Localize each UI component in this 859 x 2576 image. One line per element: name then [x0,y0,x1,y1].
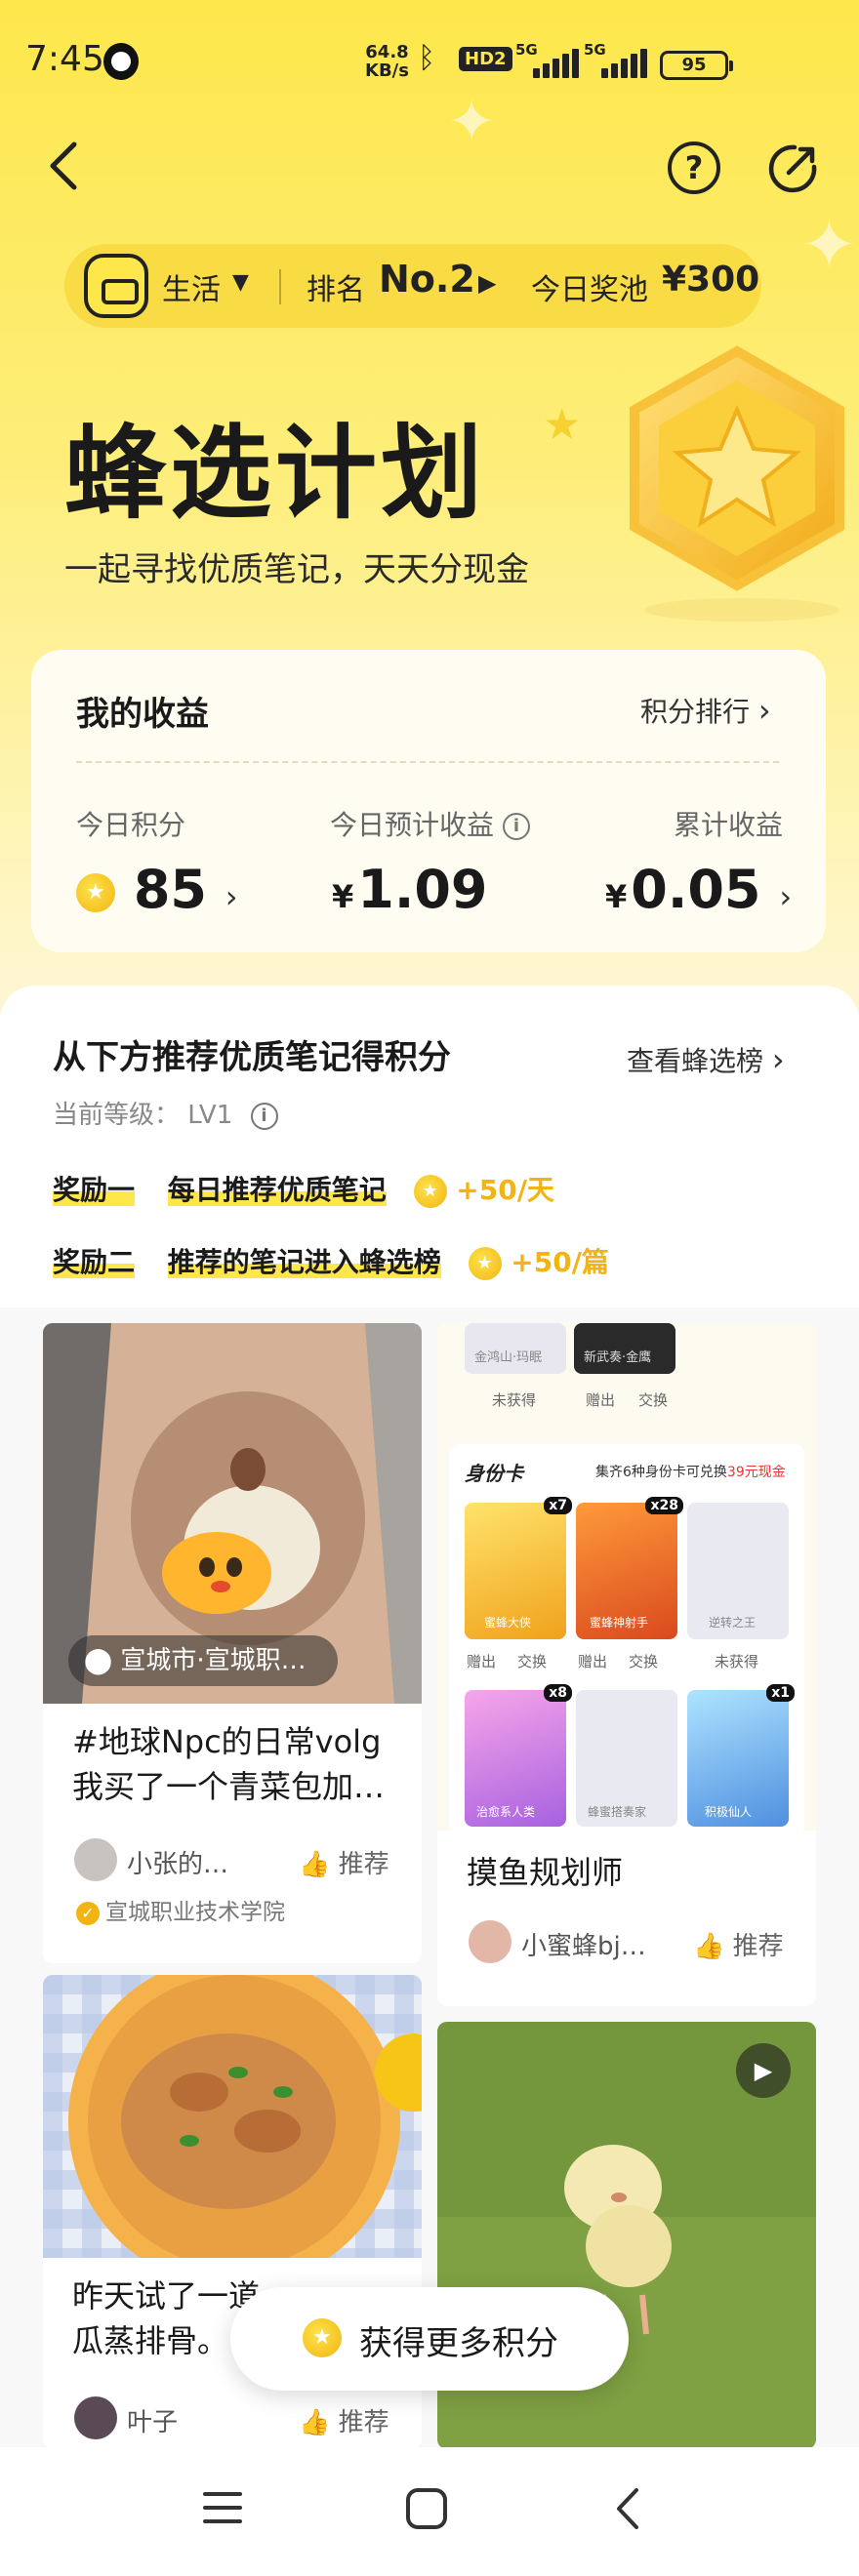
divider [76,761,779,763]
coin-icon [76,873,115,913]
avatar[interactable] [74,2396,117,2439]
like-button[interactable]: 👍 推荐 [299,2402,389,2438]
author-name[interactable]: 小蜜蜂bj… [521,1926,646,1962]
chevron-right-icon[interactable]: › [758,692,771,729]
sparkle-icon: ✦ [800,205,858,285]
id-card-promo: 集齐6种身份卡可兑换39元现金 [595,1465,786,1480]
rank-label: 排名 [307,273,365,307]
id-card-item: x8 治愈系人类 [465,1684,572,1827]
note-card[interactable]: ⬤ 宣城市·宣城职… #地球Npc的日常volg 我买了一个青菜包加… 小张的…… [43,1323,422,1963]
note-cover-image [43,1975,422,2258]
page-title: 蜂选计划 [64,414,487,533]
verified-icon: ✓ [76,1901,100,1925]
location-badge[interactable]: ⬤ 宣城市·宣城职… [68,1635,338,1686]
home-icon[interactable] [404,2486,449,2531]
chevron-right-icon[interactable]: › [779,878,792,915]
author-name[interactable]: 小张的… [127,1844,228,1880]
today-points-label: 今日积分 [76,809,186,841]
info-icon[interactable]: i [502,813,530,840]
network-speed: 64.8 KB/s [365,42,409,81]
share-icon[interactable] [765,141,820,196]
battery-icon: 95 [660,51,733,80]
id-card-panel: 身份卡 集齐6种身份卡可兑换39元现金 x7 蜜蜂大侠 x28 蜜蜂神射手 逆转… [449,1444,804,1834]
bluetooth-icon: ᛒ [418,41,437,75]
avatar[interactable] [469,1920,511,1963]
total-earnings-label: 累计收益 [674,809,784,841]
author-name[interactable]: 叶子 [127,2402,178,2438]
category-label[interactable]: 生活 [162,265,221,308]
star-badge-icon [630,345,844,622]
page-subtitle: 一起寻找优质笔记，天天分现金 [64,550,529,589]
estimated-earnings-label: 今日预计收益 i [330,804,530,843]
qq-icon [103,43,139,80]
level-value: LV1 [187,1101,233,1130]
chevron-right-icon[interactable]: › [225,878,238,915]
like-button[interactable]: 👍 推荐 [693,1926,784,1962]
school-tag: ✓ 宣城职业技术学院 [76,1893,285,1926]
avatar[interactable] [74,1838,117,1881]
signal-icon: 5G [515,41,584,78]
estimated-earnings-value: ¥1.09 [332,859,488,920]
play-icon[interactable]: ▶ [736,2043,791,2098]
level-label: 当前等级： LV1 i [53,1095,278,1131]
sparkle-icon: ★ [543,400,582,450]
note-title: 摸鱼规划师 [467,1854,624,1891]
note-title: #地球Npc的日常volg 我买了一个青菜包加… [72,1723,386,1805]
hd-badge: HD2 [459,47,512,71]
note-cover-image: 金鸿山·玛眠 新武奏·金鹰 未获得 赠出 交换 身份卡 集齐6种身份卡可兑换39… [437,1323,816,1834]
total-earnings-value[interactable]: ¥0.05 › [605,859,792,920]
id-card-item: 蜂蜜搭奏家 [576,1690,677,1827]
id-card-item: x1 积极仙人 [687,1684,795,1827]
reward-row: 奖励二 推荐的笔记进入蜂选榜 +50/篇 [53,1241,609,1280]
category-bar[interactable]: 生活 ▼ 排名 No.2 ▶ 今日奖池 ¥300 [64,244,761,328]
caret-right-icon[interactable]: ▶ [478,269,496,297]
menu-icon[interactable] [201,2486,244,2529]
view-list-link[interactable]: 查看蜂选榜 › [627,1040,785,1079]
sofa-icon [84,254,148,318]
recommend-title: 从下方推荐优质笔记得积分 [53,1038,451,1077]
id-card-item: 逆转之王 [687,1503,789,1639]
coin-icon [468,1247,502,1280]
earnings-card: 我的收益 积分排行 › 今日积分 今日预计收益 i 累计收益 85 › ¥1.0… [31,650,826,952]
pool-label: 今日奖池 [531,273,648,307]
coin-icon [303,2318,342,2357]
id-card-item: 新武奏·金鹰 [574,1323,675,1374]
rank-value: No.2 [379,258,475,301]
id-card-item: x28 蜜蜂神射手 [576,1497,683,1639]
id-card-item: 金鸿山·玛眠 [465,1323,566,1374]
points-ranking-link[interactable]: 积分排行 › [640,691,771,730]
note-card[interactable]: 金鸿山·玛眠 新武奏·金鹰 未获得 赠出 交换 身份卡 集齐6种身份卡可兑换39… [437,1323,816,2006]
signal-icon: 5G [584,41,652,78]
system-navigation-bar [0,2447,859,2576]
earnings-title: 我的收益 [76,695,209,734]
info-icon[interactable]: i [250,1102,278,1130]
caret-down-icon[interactable]: ▼ [232,270,249,295]
like-button[interactable]: 👍 推荐 [299,1844,389,1880]
today-points-value[interactable]: 85 › [76,859,238,920]
back-icon[interactable] [607,2484,650,2533]
chevron-left-icon[interactable] [37,137,96,195]
reward-row: 奖励一 每日推荐优质笔记 +50/天 [53,1169,554,1208]
divider [279,269,281,304]
location-pin-icon: ⬤ [84,1646,121,1675]
pool-value: ¥300 [662,260,760,300]
status-bar: 7:45 64.8 KB/s ᛒ HD2 5G 5G 95 [0,0,859,127]
question-icon[interactable]: ? [668,141,720,194]
get-more-points-button[interactable]: 获得更多积分 [230,2287,629,2391]
coin-icon [413,1175,447,1208]
id-card-item: x7 蜜蜂大侠 [465,1497,572,1639]
status-time: 7:45 [25,39,104,79]
chevron-right-icon[interactable]: › [772,1041,785,1078]
